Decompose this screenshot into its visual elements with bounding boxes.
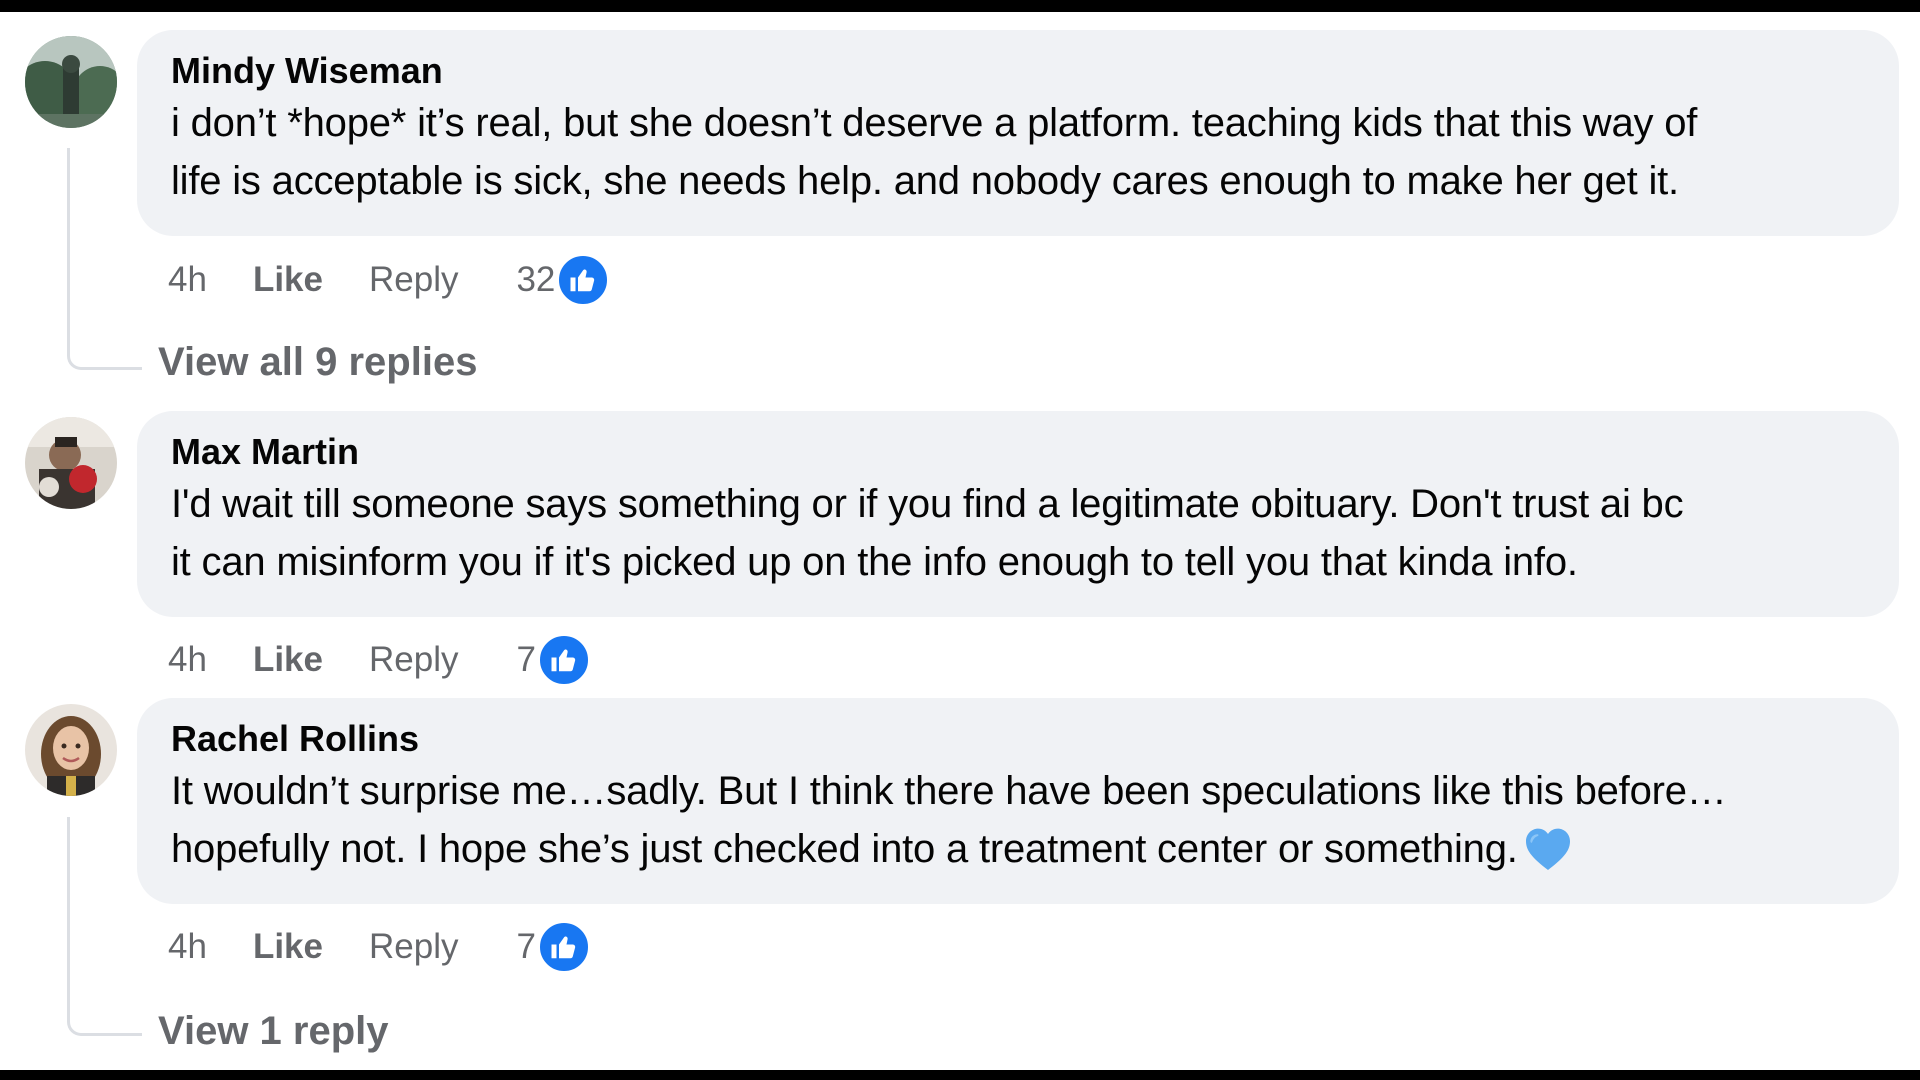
avatar-image xyxy=(25,704,117,796)
comment-text-with-emoji: hopefully not. I hope she’s just checked… xyxy=(171,820,1865,878)
comment-text: It wouldn’t surprise me…sadly. But I thi… xyxy=(171,769,1727,813)
avatar-mindy-wiseman[interactable] xyxy=(25,36,117,128)
avatar-max-martin[interactable] xyxy=(25,417,117,509)
comment-author[interactable]: Max Martin xyxy=(171,429,1865,475)
comment-timestamp[interactable]: 4h xyxy=(168,640,207,680)
avatar-rachel-rollins[interactable] xyxy=(25,704,117,796)
blue-heart-icon xyxy=(1524,826,1572,872)
reaction-count[interactable]: 32 xyxy=(516,260,555,300)
comment-actions: 4h Like Reply 7 xyxy=(168,632,590,688)
thumbs-up-icon[interactable] xyxy=(537,634,590,686)
avatar-image xyxy=(25,36,117,128)
reply-button[interactable]: Reply xyxy=(369,927,458,967)
comment-timestamp[interactable]: 4h xyxy=(168,927,207,967)
comment-text: it can misinform you if it's picked up o… xyxy=(171,540,1578,584)
view-replies-link[interactable]: View 1 reply xyxy=(158,1006,389,1056)
reply-button[interactable]: Reply xyxy=(369,260,458,300)
reaction-count[interactable]: 7 xyxy=(516,927,535,967)
reaction-count[interactable]: 7 xyxy=(516,640,535,680)
comment-actions: 4h Like Reply 7 xyxy=(168,919,590,975)
reply-button[interactable]: Reply xyxy=(369,640,458,680)
view-replies-link[interactable]: View all 9 replies xyxy=(158,337,477,387)
comment-text: life is acceptable is sick, she needs he… xyxy=(171,159,1679,203)
thumbs-up-icon[interactable] xyxy=(537,921,590,973)
comment-text: i don’t *hope* it’s real, but she doesn’… xyxy=(171,101,1698,145)
thread-connector xyxy=(67,148,142,370)
comment-text: hopefully not. I hope she’s just checked… xyxy=(171,827,1518,871)
thread-connector xyxy=(67,817,142,1036)
comment-actions: 4h Like Reply 32 xyxy=(168,252,610,308)
avatar-image xyxy=(25,417,117,509)
comment-bubble: Mindy Wiseman i don’t *hope* it’s real, … xyxy=(137,30,1899,236)
like-button[interactable]: Like xyxy=(253,640,323,680)
comment-author[interactable]: Mindy Wiseman xyxy=(171,48,1865,94)
thumbs-up-icon[interactable] xyxy=(557,254,610,306)
like-button[interactable]: Like xyxy=(253,260,323,300)
comment-timestamp[interactable]: 4h xyxy=(168,260,207,300)
comment-author[interactable]: Rachel Rollins xyxy=(171,716,1865,762)
comment-text: I'd wait till someone says something or … xyxy=(171,482,1684,526)
comment-bubble: Max Martin I'd wait till someone says so… xyxy=(137,411,1899,617)
like-button[interactable]: Like xyxy=(253,927,323,967)
comments-panel: Mindy Wiseman i don’t *hope* it’s real, … xyxy=(0,12,1920,1070)
comment-bubble: Rachel Rollins It wouldn’t surprise me…s… xyxy=(137,698,1899,904)
